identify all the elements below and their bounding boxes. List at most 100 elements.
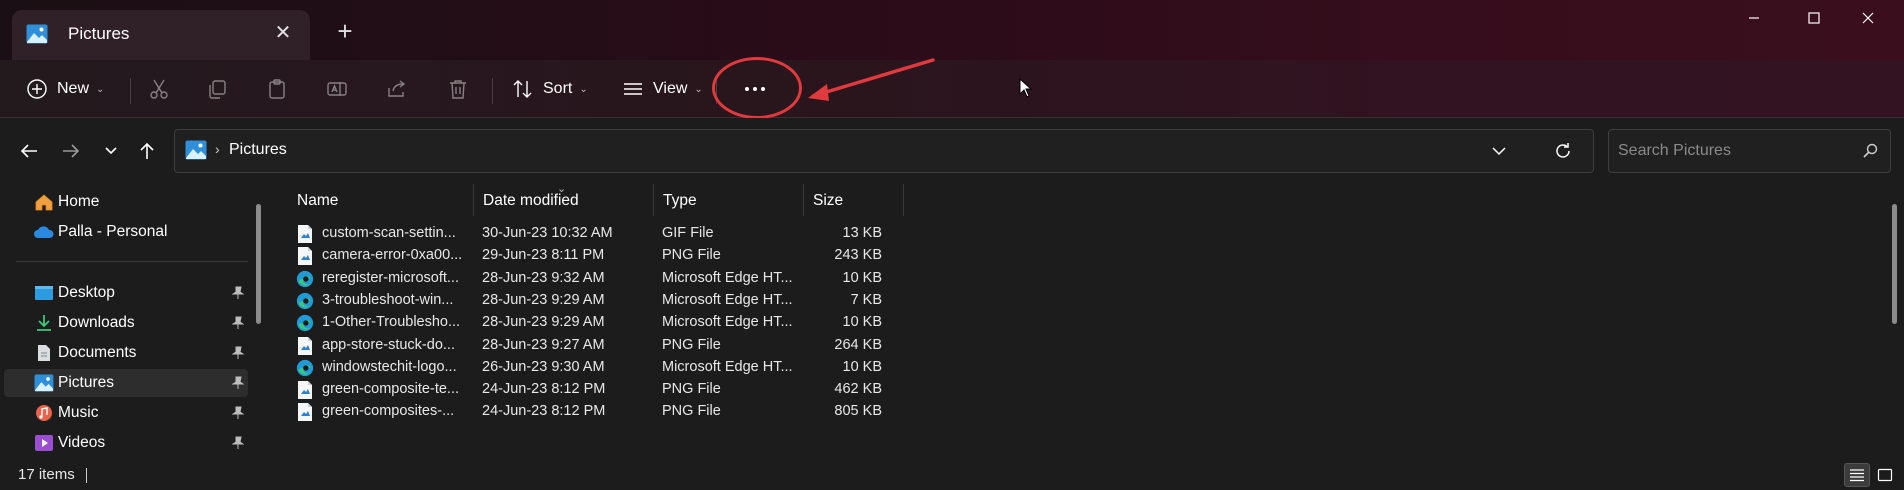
share-button[interactable] xyxy=(386,72,408,106)
paste-icon xyxy=(269,79,285,99)
paste-button[interactable] xyxy=(266,72,288,106)
copy-button[interactable] xyxy=(206,72,228,106)
refresh-icon[interactable] xyxy=(1553,141,1573,161)
file-size: 805 KB xyxy=(834,403,882,420)
image-file-icon xyxy=(298,225,312,243)
pin-icon[interactable] xyxy=(232,376,244,390)
pictures-icon xyxy=(26,24,48,44)
column-header-name[interactable]: Name xyxy=(288,184,482,216)
sidebar-item-videos[interactable]: Videos xyxy=(4,429,248,457)
file-date-modified: 24-Jun-23 8:12 PM xyxy=(482,381,606,398)
file-name: green-composite-te... xyxy=(322,381,460,398)
file-type: PNG File xyxy=(662,247,721,264)
table-row[interactable]: green-composites-... 24-Jun-23 8:12 PM PNG… xyxy=(288,398,1178,425)
file-date-modified: 29-Jun-23 8:11 PM xyxy=(482,247,605,264)
item-count: 17 items xyxy=(18,466,75,483)
documents-icon xyxy=(38,345,50,361)
sort-indicator-icon: ⌄ xyxy=(557,183,567,195)
sort-button[interactable]: Sort ⌄ xyxy=(512,72,588,106)
maximize-button[interactable] xyxy=(1786,0,1842,40)
pictures-icon xyxy=(185,140,207,160)
sidebar-item-documents[interactable]: Documents xyxy=(4,339,248,367)
file-size: 10 KB xyxy=(842,314,883,331)
new-button[interactable]: New ⌄ xyxy=(26,72,104,106)
sidebar-item-label: Videos xyxy=(58,434,106,451)
new-tab-button[interactable]: + xyxy=(330,16,360,46)
chevron-down-icon: ⌄ xyxy=(96,83,105,95)
breadcrumb-pictures[interactable]: Pictures xyxy=(229,141,287,159)
close-tab-icon[interactable]: ✕ xyxy=(268,18,298,48)
sidebar-item-home[interactable]: Home xyxy=(4,188,248,216)
maximize-icon xyxy=(1808,12,1820,24)
toolbar-divider xyxy=(492,78,493,104)
chevron-down-icon: ⌄ xyxy=(694,83,703,95)
search-input[interactable]: Search Pictures xyxy=(1608,129,1891,173)
file-type: PNG File xyxy=(662,381,721,398)
tab-pictures[interactable]: Pictures ✕ xyxy=(12,10,310,60)
column-header-size[interactable]: Size xyxy=(804,184,904,216)
minimize-icon xyxy=(1749,17,1759,19)
file-size: 7 KB xyxy=(850,291,882,308)
sidebar-item-downloads[interactable]: Downloads xyxy=(4,309,248,337)
cut-button[interactable] xyxy=(148,72,170,106)
address-row: › Pictures Search Pictures xyxy=(0,118,1904,184)
title-bar: Pictures ✕ + xyxy=(0,0,1904,60)
file-size: 13 KB xyxy=(842,225,883,241)
chevron-down-icon[interactable] xyxy=(1491,143,1507,159)
copy-icon xyxy=(209,80,226,99)
details-view-button[interactable] xyxy=(1844,463,1870,487)
view-button[interactable]: View ⌄ xyxy=(622,72,703,106)
search-placeholder: Search Pictures xyxy=(1618,142,1731,159)
file-date-modified: 28-Jun-23 9:32 AM xyxy=(482,269,605,286)
file-list: Name Date modified ⌄ Type Size custom-sc… xyxy=(270,183,1897,460)
file-date-modified: 26-Jun-23 9:30 AM xyxy=(482,358,605,375)
file-type: Microsoft Edge HT... xyxy=(662,358,793,375)
file-name: green-composites-... xyxy=(322,403,455,420)
home-icon xyxy=(35,194,53,211)
close-window-button[interactable] xyxy=(1840,0,1896,40)
sidebar-item-onedrive[interactable]: Palla - Personal xyxy=(4,218,248,246)
minimize-button[interactable] xyxy=(1726,0,1782,40)
tab-title: Pictures xyxy=(68,24,130,43)
file-size: 243 KB xyxy=(834,247,882,264)
pin-icon[interactable] xyxy=(232,436,244,450)
file-list-scrollbar[interactable] xyxy=(1892,204,1897,324)
sidebar-item-label: Documents xyxy=(58,344,137,361)
view-icon xyxy=(624,83,642,95)
sidebar-item-pictures[interactable]: Pictures xyxy=(4,369,248,397)
address-bar[interactable]: › Pictures xyxy=(174,129,1594,173)
status-bar: 17 items xyxy=(0,460,1904,490)
pin-icon[interactable] xyxy=(232,346,244,360)
up-button[interactable] xyxy=(132,136,162,166)
column-header-type[interactable]: Type xyxy=(654,184,804,216)
delete-button[interactable] xyxy=(447,72,469,106)
rename-button[interactable] xyxy=(326,72,348,106)
column-divider[interactable] xyxy=(903,184,904,216)
file-name: reregister-microsoft... xyxy=(322,269,459,286)
edge-icon xyxy=(296,359,314,376)
file-type: PNG File xyxy=(662,403,721,420)
edge-icon xyxy=(296,315,314,332)
sidebar-item-desktop[interactable]: Desktop xyxy=(4,279,248,307)
pin-icon[interactable] xyxy=(232,286,244,300)
image-file-icon xyxy=(298,247,312,266)
pin-icon[interactable] xyxy=(232,316,244,330)
breadcrumb-separator: › xyxy=(215,141,220,157)
highlight-ellipse xyxy=(712,57,802,119)
sidebar-scrollbar[interactable] xyxy=(256,204,261,324)
large-icons-view-button[interactable] xyxy=(1872,463,1898,487)
recent-locations-button[interactable] xyxy=(96,136,126,166)
edge-icon xyxy=(296,292,314,309)
videos-icon xyxy=(35,435,53,451)
status-divider xyxy=(86,468,87,483)
delete-icon xyxy=(450,80,466,99)
file-date-modified: 28-Jun-23 9:29 AM xyxy=(482,291,605,308)
forward-button[interactable] xyxy=(56,136,86,166)
file-size: 10 KB xyxy=(842,269,883,286)
pin-icon[interactable] xyxy=(232,406,244,420)
sidebar-item-music[interactable]: Music xyxy=(4,399,248,427)
file-name: 3-troubleshoot-win... xyxy=(322,291,454,308)
image-file-icon xyxy=(298,336,312,355)
sidebar-item-label: Desktop xyxy=(58,284,115,301)
back-button[interactable] xyxy=(14,136,44,166)
